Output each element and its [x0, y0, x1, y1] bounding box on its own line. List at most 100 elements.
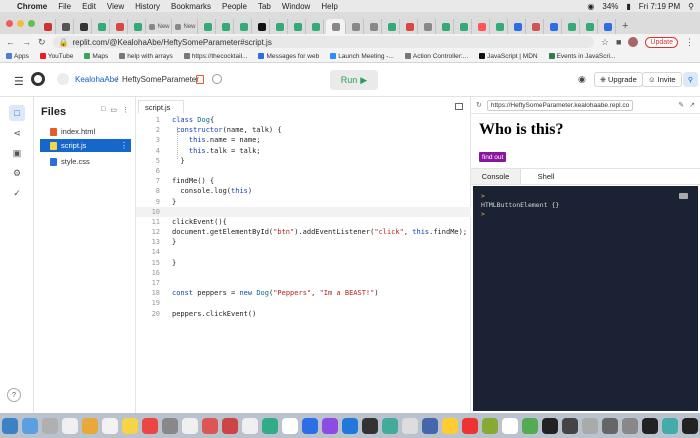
code-line[interactable]: 5 } — [136, 156, 471, 166]
bookmark-action-controller[interactable]: Action Controller:... — [404, 53, 468, 60]
browser-tab[interactable] — [272, 19, 288, 34]
dock-app-icon[interactable] — [642, 417, 658, 434]
menu-view[interactable]: View — [107, 2, 124, 11]
zoom-window-icon[interactable] — [28, 20, 35, 27]
browser-tab[interactable] — [112, 19, 128, 34]
code-line[interactable]: 7 findMe() { — [136, 176, 471, 186]
upgrade-button[interactable]: ⎈ Upgrade — [594, 72, 643, 87]
dock-app-icon[interactable] — [442, 417, 458, 434]
back-icon[interactable]: ← — [6, 37, 15, 47]
open-new-tab-icon[interactable]: ↗ — [689, 101, 695, 109]
code-line[interactable]: 8 console.log(this) — [136, 186, 471, 196]
bookmark-help-with-arrays[interactable]: help with arrays — [119, 53, 173, 60]
browser-tab[interactable] — [510, 19, 526, 34]
dock-app-icon[interactable] — [342, 417, 358, 434]
menu-bookmarks[interactable]: Bookmarks — [171, 2, 211, 11]
dock-app-icon[interactable] — [502, 417, 518, 434]
code-line[interactable]: 6 — [136, 166, 471, 176]
invite-button[interactable]: ☺ Invite — [642, 72, 682, 87]
browser-tab[interactable] — [348, 19, 364, 34]
dock-app-icon[interactable] — [162, 417, 178, 434]
code-line[interactable]: 12 document.getElementById("btn").addEven… — [136, 227, 471, 237]
dock-app-icon[interactable] — [2, 417, 18, 434]
dock-app-icon[interactable] — [102, 417, 118, 434]
browser-tab[interactable] — [40, 19, 56, 34]
browser-tab[interactable] — [200, 19, 216, 34]
dock-app-icon[interactable] — [422, 417, 438, 434]
dock-app-icon[interactable] — [262, 417, 278, 434]
files-panel-icon[interactable]: □ — [9, 105, 25, 121]
dock-app-icon[interactable] — [142, 417, 158, 434]
code-area[interactable]: 1 class Dog{2 constructor(name, talk) {3 … — [136, 114, 471, 413]
file-options-icon[interactable]: ⋮ — [120, 141, 128, 150]
console-input-prompt[interactable]: > — [481, 210, 485, 218]
browser-tab[interactable] — [94, 19, 110, 34]
menu-history[interactable]: History — [135, 2, 160, 11]
menu-tab[interactable]: Tab — [258, 2, 271, 11]
bookmark-messages[interactable]: Messages for web — [258, 53, 319, 60]
minimize-window-icon[interactable] — [17, 20, 24, 27]
repl-owner-link[interactable]: KealohaAbe — [75, 75, 119, 84]
profile-avatar[interactable] — [628, 37, 639, 47]
files-more-icon[interactable]: ⋮ — [122, 106, 129, 114]
dock-app-icon[interactable] — [462, 417, 478, 434]
clock[interactable]: Fri 7:19 PM — [639, 2, 680, 11]
browser-tab[interactable] — [76, 19, 92, 34]
browser-tab[interactable] — [546, 19, 562, 34]
browser-tab[interactable]: New — [174, 19, 198, 34]
code-line[interactable]: 19 — [136, 298, 471, 308]
code-line[interactable]: 16 — [136, 268, 471, 278]
dock-app-icon[interactable] — [202, 417, 218, 434]
checkmark-icon[interactable]: ✓ — [9, 185, 25, 201]
dock-app-icon[interactable] — [182, 417, 198, 434]
run-button[interactable]: Run ▶ — [330, 70, 378, 90]
browser-tab[interactable] — [438, 19, 454, 34]
menu-file[interactable]: File — [58, 2, 71, 11]
update-button[interactable]: Update — [645, 36, 678, 48]
dock-app-icon[interactable] — [482, 417, 498, 434]
browser-tab[interactable] — [58, 19, 74, 34]
dock-app-icon[interactable] — [362, 417, 378, 434]
spotlight-icon[interactable]: ⚲ — [688, 2, 694, 11]
bookmark-mdn[interactable]: JavaScript | MDN — [479, 53, 538, 60]
dock-app-icon[interactable] — [622, 417, 638, 434]
code-line[interactable]: 11 clickEvent(){ — [136, 217, 471, 227]
code-line[interactable]: 3 this.name = name; — [136, 135, 471, 145]
browser-tab[interactable] — [474, 19, 490, 34]
browser-tab[interactable] — [308, 19, 324, 34]
dock-app-icon[interactable] — [662, 417, 678, 434]
dock-app-icon[interactable] — [82, 417, 98, 434]
notifications-bell-icon[interactable]: ◉ — [578, 74, 586, 85]
browser-tab[interactable] — [254, 19, 270, 34]
add-folder-icon[interactable]: ▭ — [110, 106, 117, 114]
browser-tab[interactable] — [218, 19, 234, 34]
code-line[interactable]: 9} — [136, 197, 471, 207]
dock-app-icon[interactable] — [562, 417, 578, 434]
bookmark-launch-meeting[interactable]: Launch Meeting -... — [330, 53, 394, 60]
reload-icon[interactable]: ↻ — [38, 37, 46, 48]
edit-pencil-icon[interactable]: ✎ — [678, 101, 684, 109]
tab-console[interactable]: Console — [471, 169, 521, 184]
browser-tab[interactable] — [384, 19, 400, 34]
browser-tab[interactable] — [366, 19, 382, 34]
code-line[interactable]: 1 class Dog{ — [136, 115, 471, 125]
editor-tab-script-js[interactable]: script.js — [138, 100, 184, 113]
browser-tab[interactable] — [600, 19, 616, 34]
browser-tab[interactable] — [236, 19, 252, 34]
dock-app-icon[interactable] — [382, 417, 398, 434]
hamburger-menu-icon[interactable]: ☰ — [14, 75, 24, 88]
new-tab-icon[interactable]: + — [622, 20, 628, 32]
code-line[interactable]: 18 const peppers = new Dog("Peppers", "Im… — [136, 288, 471, 298]
search-button[interactable]: ⚲ — [683, 72, 698, 87]
chrome-menu-icon[interactable]: ⋮ — [685, 37, 694, 48]
clear-console-icon[interactable] — [679, 193, 688, 199]
file-item-index-html[interactable]: index.html — [40, 125, 131, 138]
help-icon[interactable]: ? — [7, 388, 21, 402]
packages-icon[interactable]: ▣ — [9, 145, 25, 161]
browser-tab[interactable] — [564, 19, 580, 34]
tab-shell[interactable]: Shell — [521, 169, 571, 184]
menu-chrome[interactable]: Chrome — [17, 2, 47, 11]
browser-tab[interactable] — [492, 19, 508, 34]
dock-app-icon[interactable] — [122, 417, 138, 434]
repl-avatar[interactable] — [57, 73, 69, 85]
